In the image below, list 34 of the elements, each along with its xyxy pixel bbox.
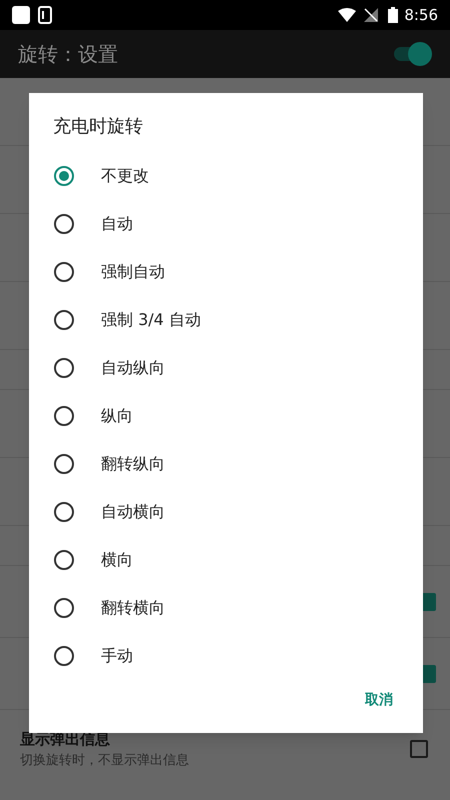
radio-button[interactable] — [54, 358, 74, 378]
radio-button[interactable] — [54, 550, 74, 570]
notification-icon — [12, 6, 30, 24]
radio-option[interactable]: 强制 3/4 自动 — [29, 296, 423, 344]
radio-button[interactable] — [54, 166, 74, 186]
radio-option[interactable]: 自动横向 — [29, 488, 423, 536]
dialog-title: 充电时旋转 — [53, 115, 144, 139]
radio-button[interactable] — [54, 598, 74, 618]
radio-button[interactable] — [54, 454, 74, 474]
checkbox[interactable] — [410, 740, 428, 758]
setting-subtitle: 切换旋转时，不显示弹出信息 — [20, 752, 190, 770]
radio-button[interactable] — [54, 406, 74, 426]
radio-option[interactable]: 自动 — [29, 200, 423, 248]
app-title: 旋转：设置 — [18, 41, 119, 68]
radio-button[interactable] — [54, 502, 74, 522]
radio-option[interactable]: 强制自动 — [29, 248, 423, 296]
phone-icon — [38, 6, 52, 24]
radio-option[interactable]: 翻转横向 — [29, 584, 423, 632]
radio-option[interactable]: 自动纵向 — [29, 344, 423, 392]
radio-button[interactable] — [54, 310, 74, 330]
clock: 8:56 — [404, 4, 438, 26]
cancel-button[interactable]: 取消 — [361, 686, 397, 715]
radio-button[interactable] — [54, 214, 74, 234]
wifi-icon — [338, 8, 356, 22]
radio-option[interactable]: 翻转纵向 — [29, 440, 423, 488]
radio-button[interactable] — [54, 262, 74, 282]
radio-option[interactable]: 纵向 — [29, 392, 423, 440]
radio-button[interactable] — [54, 646, 74, 666]
radio-option[interactable]: 手动 — [29, 632, 423, 680]
battery-icon — [388, 7, 398, 23]
signal-icon — [364, 8, 378, 22]
radio-option[interactable]: 不更改 — [29, 152, 423, 200]
radio-option[interactable]: 横向 — [29, 536, 423, 584]
toggle-switch[interactable] — [392, 42, 432, 66]
